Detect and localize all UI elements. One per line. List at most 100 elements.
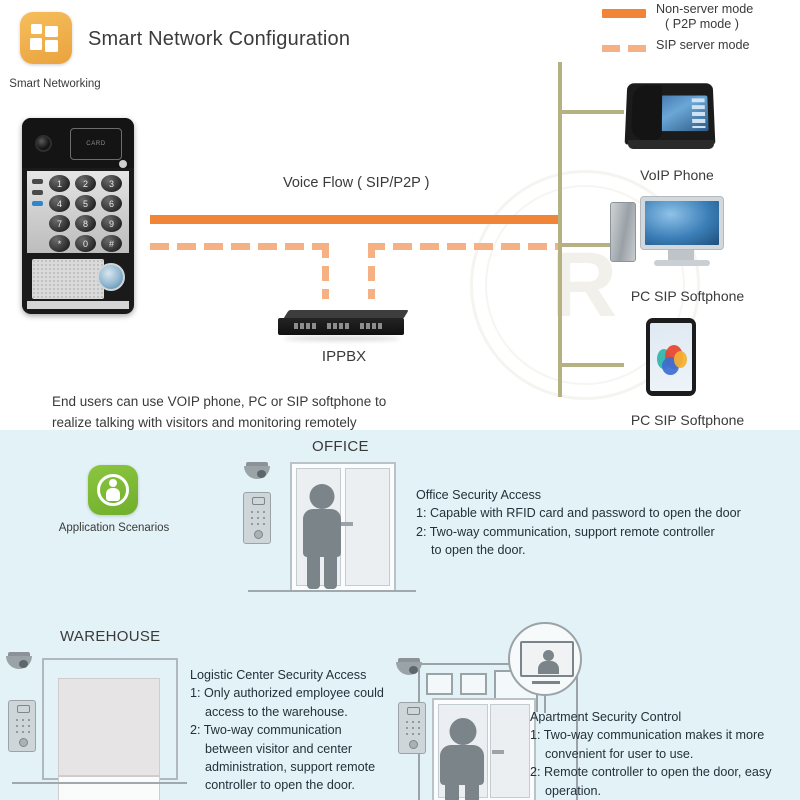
key-7[interactable]: 7	[49, 215, 70, 232]
application-scenarios-icon	[88, 465, 138, 515]
smartphone-body	[646, 318, 696, 396]
warehouse-item-2: 2: Two-way communication	[190, 723, 342, 738]
warehouse-base	[58, 776, 160, 800]
apartment-window-2	[460, 673, 487, 695]
office-item-1: 1: Capable with RFID card and password t…	[416, 506, 741, 521]
video-monitor-bubble	[508, 622, 582, 696]
smartphone-screen	[650, 323, 692, 391]
office-ground-line	[248, 590, 416, 592]
intercom-top-panel: CARD	[22, 118, 134, 168]
application-scenarios-caption: Application Scenarios	[58, 522, 170, 534]
door-intercom-device: CARD 1 2 3 4 5 6 7 8 9 * 0 #	[22, 118, 134, 314]
smart-networking-icon	[20, 12, 72, 64]
office-item-2-cont: to open the door.	[431, 543, 526, 558]
warehouse-crate	[58, 678, 160, 776]
warehouse-item-1-cont: access to the warehouse.	[205, 704, 348, 719]
infographic-page: R Smart Networking Smart Network Configu…	[0, 0, 800, 800]
key-8[interactable]: 8	[75, 215, 96, 232]
legend-item-sip-server: SIP server mode	[602, 38, 792, 53]
mobile-softphone-device	[638, 318, 708, 406]
warehouse-description: Logistic Center Security Access 1: Only …	[190, 666, 408, 795]
keypad: 1 2 3 4 5 6 7 8 9 * 0 #	[49, 175, 127, 255]
video-monitor-screen	[520, 641, 574, 677]
smart-network-section: R Smart Networking Smart Network Configu…	[0, 0, 800, 430]
legend-label-non-server: Non-server mode ( P2P mode )	[656, 2, 753, 33]
legend-label-sip-server: SIP server mode	[656, 37, 750, 52]
intercom-keypad-panel: 1 2 3 4 5 6 7 8 9 * 0 #	[27, 171, 129, 253]
speaker-grille	[32, 259, 104, 299]
scene-title-office: OFFICE	[312, 438, 369, 455]
pc-tower	[610, 202, 636, 262]
key-6[interactable]: 6	[101, 195, 122, 212]
apartment-item-1-cont: convenient for user to use.	[545, 746, 694, 761]
apartment-door-handle[interactable]	[492, 750, 504, 754]
mobile-softphone-label: PC SIP Softphone	[630, 412, 745, 428]
rfid-reader-icon: CARD	[70, 128, 122, 160]
intercom-bottom-trim	[27, 301, 129, 309]
smart-networking-caption: Smart Networking	[9, 78, 101, 90]
key-1[interactable]: 1	[49, 175, 70, 192]
network-note-line1: End users can use VOIP phone, PC or SIP …	[52, 394, 387, 409]
status-led	[119, 160, 127, 168]
warehouse-ground-line	[12, 782, 187, 784]
apartment-person-figure	[436, 718, 490, 800]
ippbx-ports	[294, 323, 382, 329]
key-3[interactable]: 3	[101, 175, 122, 192]
apartment-description: Apartment Security Control 1: Two-way co…	[530, 708, 798, 800]
warehouse-item-2-cont-3: controller to open the door.	[205, 778, 355, 793]
ippbx-shadow	[284, 336, 400, 341]
legend: Non-server mode ( P2P mode ) SIP server …	[602, 2, 792, 58]
pc-softphone-device	[610, 196, 730, 278]
apartment-window-1	[426, 673, 453, 695]
voip-phone-body	[624, 83, 716, 145]
office-door-intercom	[243, 492, 271, 544]
key-star[interactable]: *	[49, 235, 70, 252]
apartment-item-2: 2: Remote controller to open the door, e…	[530, 765, 772, 780]
ippbx-device	[278, 310, 410, 344]
indicator-leds	[32, 179, 43, 212]
sip-branch-left	[322, 243, 329, 299]
warehouse-door-intercom	[8, 700, 36, 752]
voip-phone-device	[612, 74, 724, 162]
key-0[interactable]: 0	[75, 235, 96, 252]
apartment-item-1: 1: Two-way communication makes it more	[530, 728, 765, 743]
monitor-foot	[654, 260, 710, 266]
pc-monitor-screen	[645, 201, 719, 245]
voip-handset	[630, 85, 663, 141]
legend-swatch-dashed	[602, 38, 646, 52]
voip-phone-base	[628, 140, 714, 149]
legend-item-non-server: Non-server mode ( P2P mode )	[602, 2, 792, 33]
voip-phone-label: VoIP Phone	[640, 167, 714, 183]
office-description: Office Security Access 1: Capable with R…	[416, 486, 794, 560]
warehouse-dome-camera-icon	[6, 652, 32, 670]
camera-icon	[35, 135, 52, 152]
warehouse-item-2-cont-1: between visitor and center	[205, 741, 353, 756]
apartment-item-2-cont: operation.	[545, 783, 602, 798]
key-hash[interactable]: #	[101, 235, 122, 252]
page-title: Smart Network Configuration	[88, 28, 351, 50]
non-server-mode-line	[150, 215, 560, 224]
legend-swatch-solid	[602, 2, 646, 18]
key-5[interactable]: 5	[75, 195, 96, 212]
line-gap-mask	[329, 243, 368, 251]
office-heading: Office Security Access	[416, 488, 542, 502]
voice-flow-label: Voice Flow ( SIP/P2P )	[283, 175, 430, 191]
pc-softphone-label: PC SIP Softphone	[630, 288, 745, 304]
key-4[interactable]: 4	[49, 195, 70, 212]
key-2[interactable]: 2	[75, 175, 96, 192]
warehouse-item-1: 1: Only authorized employee could	[190, 686, 384, 701]
office-door-leaf-right[interactable]	[345, 468, 390, 586]
application-scenarios-section: Application Scenarios OFFICE Office Secu…	[0, 430, 800, 800]
warehouse-heading: Logistic Center Security Access	[190, 668, 367, 682]
network-note-line2: realize talking with visitors and monito…	[52, 414, 357, 430]
office-item-2: 2: Two-way communication, support remote…	[416, 524, 715, 539]
call-button[interactable]	[97, 263, 125, 291]
apartment-door-intercom	[398, 702, 426, 754]
legend-line1: Non-server mode	[656, 2, 754, 16]
dome-camera-icon	[244, 462, 270, 480]
office-person-figure	[298, 484, 346, 589]
legend-line2: ( P2P mode )	[665, 17, 739, 32]
scene-title-warehouse: WAREHOUSE	[60, 628, 161, 645]
sip-branch-right	[368, 243, 375, 299]
key-9[interactable]: 9	[101, 215, 122, 232]
